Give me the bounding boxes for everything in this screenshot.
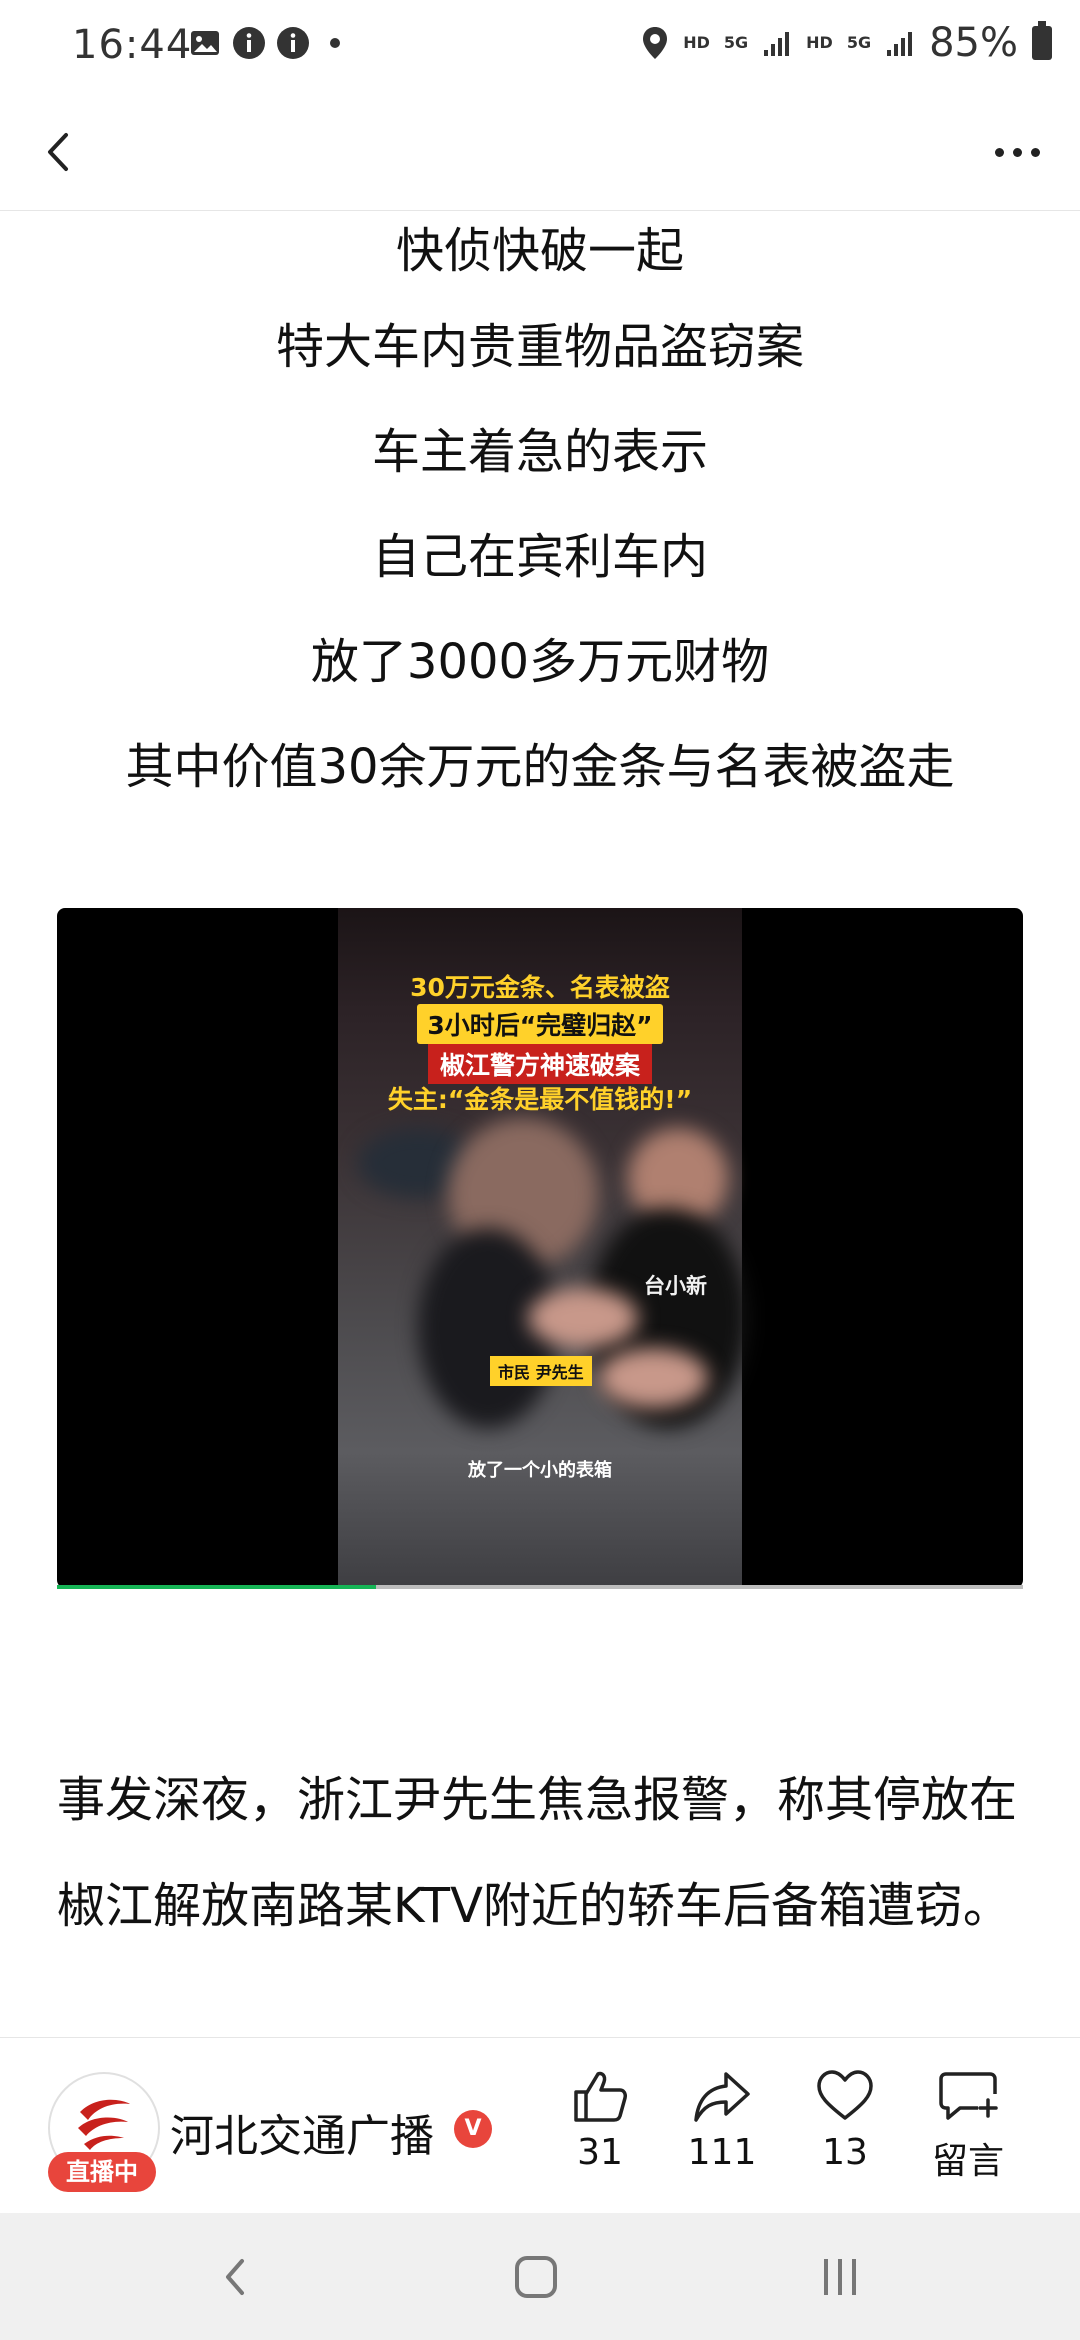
battery-percent: 85%: [929, 20, 1018, 66]
video-overlay-quote: 失主:“金条是最不值钱的!”: [387, 1085, 693, 1114]
video-frame: 30万元金条、名表被盗 3小时后“完璧归赵” 椒江警方神速破案 失主:“金条是最…: [338, 908, 748, 1588]
hd-label: HD: [806, 33, 833, 52]
article-line: 自己在宾利车内: [371, 529, 708, 585]
comment-button[interactable]: 留言: [908, 2068, 1028, 2184]
notification-icons: [188, 26, 340, 60]
share-count: 111: [687, 2132, 757, 2173]
status-right: HD 5G HD 5G 85%: [641, 20, 1052, 66]
network-label: 5G: [723, 33, 749, 52]
info-icon: [233, 27, 265, 59]
video-player[interactable]: 30万元金条、名表被盗 3小时后“完璧归赵” 椒江警方神速破案 失主:“金条是最…: [57, 908, 1023, 1588]
bottom-action-bar: 直播中 河北交通广播 V 31 111 13 留言: [0, 2037, 1080, 2214]
favorite-button[interactable]: 13: [785, 2068, 905, 2173]
more-options-button[interactable]: [982, 117, 1052, 187]
video-overlay-title: 30万元金条、名表被盗: [410, 973, 670, 1002]
article-line: 特大车内贵重物品盗窃案: [275, 319, 804, 375]
live-badge: 直播中: [48, 2152, 156, 2192]
nav-recents-button[interactable]: [800, 2245, 880, 2309]
heart-icon: [817, 2070, 873, 2120]
video-subtitle: 放了一个小的表箱: [468, 1460, 612, 1481]
share-arrow-icon: [694, 2072, 750, 2122]
comment-add-icon: [939, 2072, 998, 2120]
verified-badge: V: [454, 2110, 492, 2148]
battery-icon: [1032, 21, 1052, 60]
comment-label: 留言: [931, 2141, 1004, 2182]
video-overlay-subtitle: 3小时后“完璧归赵”: [417, 1004, 663, 1044]
nav-home-icon: [515, 2256, 557, 2298]
location-icon: [643, 27, 668, 59]
article-paragraph: 事发深夜，浙江尹先生焦急报警，称其停放在椒江解放南路某KTV附近的轿车后备箱遭窃…: [57, 1772, 1018, 1934]
like-button[interactable]: 31: [540, 2068, 660, 2173]
more-dots-icon: [994, 147, 1004, 157]
person-tag: 市民 尹先生: [490, 1356, 592, 1386]
like-count: 31: [577, 2132, 623, 2173]
account-name[interactable]: 河北交通广播: [170, 2100, 434, 2164]
nav-back-button[interactable]: [196, 2245, 276, 2309]
article-line: 放了3000多万元财物: [310, 634, 770, 690]
status-time: 16:44: [72, 22, 193, 68]
favorite-count: 13: [822, 2132, 868, 2173]
article-line: 车主着急的表示: [371, 424, 708, 480]
more-notifications-dot-icon: [330, 38, 340, 48]
network-label: 5G: [846, 33, 872, 52]
gallery-icon: [191, 31, 219, 55]
article-content[interactable]: 快侦快破一起 特大车内贵重物品盗窃案 车主着急的表示 自己在宾利车内 放了300…: [0, 211, 1080, 2037]
thumbs-up-icon: [574, 2071, 627, 2122]
signal-icon: [887, 32, 913, 56]
nav-home-button[interactable]: [496, 2245, 576, 2309]
info-icon: [277, 27, 309, 59]
app-bar: [0, 95, 1080, 211]
video-progress-bar[interactable]: [57, 1585, 1023, 1589]
chevron-left-icon: [48, 133, 68, 171]
nav-recents-icon: [824, 2259, 856, 2295]
video-progress-fill: [57, 1585, 376, 1589]
signal-icon: [764, 32, 790, 56]
system-nav-bar: [0, 2213, 1080, 2340]
article-line: 快侦快破一起: [395, 223, 684, 279]
video-overlay-banner: 椒江警方神速破案: [427, 1044, 652, 1084]
nav-back-icon: [226, 2259, 244, 2295]
status-bar: 16:44 HD 5G HD 5G 85%: [0, 0, 1080, 95]
share-button[interactable]: 111: [662, 2068, 782, 2173]
article-line: 其中价值30余万元的金条与名表被盗走: [125, 739, 955, 795]
back-button[interactable]: [30, 117, 100, 187]
video-watermark: 台小新: [644, 1274, 707, 1298]
hd-label: HD: [683, 33, 710, 52]
